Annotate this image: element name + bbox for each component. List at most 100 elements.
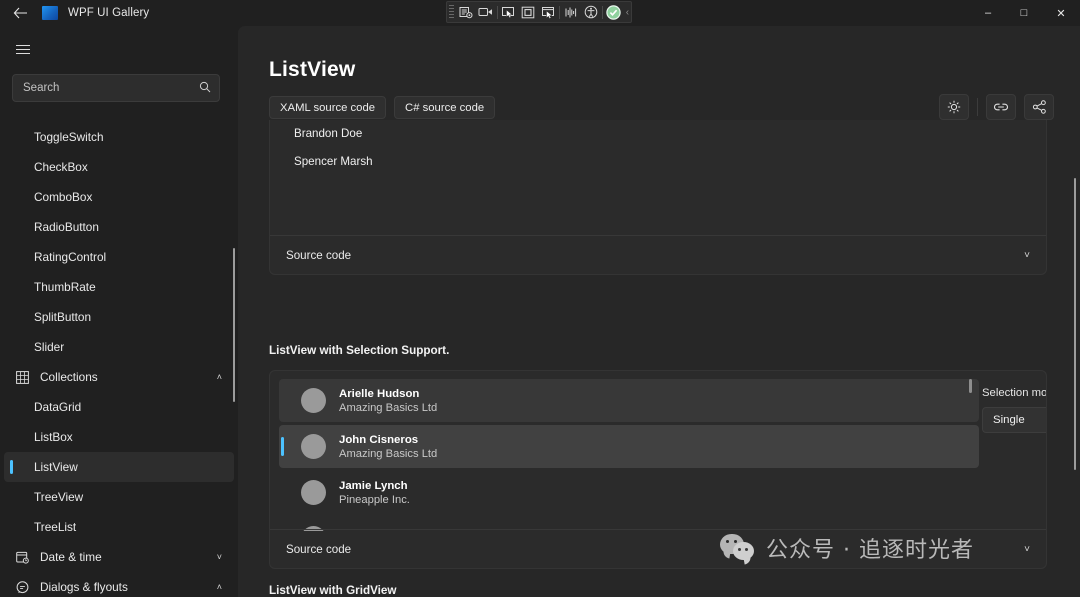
waveform-icon[interactable] — [561, 3, 581, 22]
toolbar-separator — [977, 98, 978, 116]
content-toolbar — [939, 94, 1054, 120]
chevron-up-icon: ˄ — [217, 372, 222, 382]
sidebar-item-treelist[interactable]: TreeList — [4, 512, 234, 542]
sidebar-item-checkbox[interactable]: CheckBox — [4, 152, 234, 182]
window-select-icon[interactable] — [538, 3, 558, 22]
content-scrollbar-thumb[interactable] — [1074, 178, 1077, 470]
sidebar-item-ratingcontrol[interactable]: RatingControl — [4, 242, 234, 272]
back-button[interactable] — [0, 0, 40, 26]
toolbar-separator — [559, 6, 560, 19]
list-item-company: Pineapple Inc. — [339, 493, 410, 507]
source-code-expander[interactable]: Source code ˅ — [270, 529, 1046, 568]
sidebar-item-label: TreeList — [34, 520, 76, 534]
cursor-select-icon[interactable] — [498, 3, 518, 22]
record-camera-icon[interactable] — [476, 3, 496, 22]
sidebar-item-splitbutton[interactable]: SplitButton — [4, 302, 234, 332]
sidebar-item-label: DataGrid — [34, 400, 81, 414]
list-item-name: Arielle Hudson — [339, 387, 437, 401]
list-item-text: John Cisneros Amazing Basics Ltd — [339, 433, 437, 461]
listview-scrollbar-thumb[interactable] — [969, 379, 972, 393]
sidebar-item-dialogs-flyouts[interactable]: Dialogs & flyouts ˄ — [4, 572, 234, 597]
list-item-name: John Cisneros — [339, 433, 437, 447]
sidebar-item-datagrid[interactable]: DataGrid — [4, 392, 234, 422]
source-code-expander[interactable]: Source code ˅ — [270, 235, 1046, 274]
sidebar-item-label: RatingControl — [34, 250, 106, 264]
search-box[interactable] — [12, 74, 220, 102]
selection-mode-panel: Selection mode Single ˅ — [982, 387, 1047, 433]
hamburger-icon[interactable] — [6, 34, 40, 64]
status-ok-icon[interactable] — [604, 3, 624, 22]
chevron-up-icon: ˄ — [217, 582, 222, 592]
close-button[interactable]: ✕ — [1042, 0, 1080, 26]
sidebar-item-listview[interactable]: ListView — [4, 452, 234, 482]
selection-mode-dropdown[interactable]: Single ˅ — [982, 407, 1047, 433]
list-item[interactable]: Spencer Marsh — [278, 147, 1038, 175]
sidebar-nav-items: ToggleButton ToggleSwitch CheckBox Combo… — [0, 114, 238, 597]
sidebar-item-date-time[interactable]: Date & time ˅ — [4, 542, 234, 572]
content-scroll-area[interactable]: John Cisneros Jamie Lynch Brandon Doe Sp… — [238, 120, 1080, 597]
sidebar: ToggleButton ToggleSwitch CheckBox Combo… — [0, 26, 238, 597]
selection-mode-label: Selection mode — [982, 387, 1047, 399]
accessibility-icon[interactable] — [581, 3, 601, 22]
section-heading-selection: ListView with Selection Support. — [269, 344, 449, 357]
sidebar-item-toggleswitch[interactable]: ToggleSwitch — [4, 122, 234, 152]
sidebar-item-combobox[interactable]: ComboBox — [4, 182, 234, 212]
sidebar-item-radiobutton[interactable]: RadioButton — [4, 212, 234, 242]
sidebar-item-label: Date & time — [40, 550, 102, 564]
toolbar-separator — [602, 6, 603, 19]
list-item[interactable]: Brandon Doe — [278, 120, 1038, 147]
list-item[interactable]: John Cisneros Amazing Basics Ltd — [279, 425, 979, 468]
chat-bubble-icon — [12, 581, 32, 594]
csharp-source-code-button[interactable]: C# source code — [394, 96, 495, 119]
xaml-source-code-button[interactable]: XAML source code — [269, 96, 386, 119]
sidebar-scrollbar-thumb[interactable] — [233, 248, 236, 402]
capture-toolbar[interactable]: ‹ — [446, 1, 632, 23]
list-item-company: Amazing Basics Ltd — [339, 401, 437, 415]
section-heading-gridview: ListView with GridView — [269, 584, 397, 597]
sidebar-item-treeview[interactable]: TreeView — [4, 482, 234, 512]
collapse-toolbar-button[interactable]: ‹ — [624, 7, 629, 18]
calendar-icon — [12, 551, 32, 564]
toolbar-separator — [497, 6, 498, 19]
link-icon[interactable] — [986, 94, 1016, 120]
theme-sun-icon[interactable] — [939, 94, 969, 120]
source-code-buttons: XAML source code C# source code — [269, 96, 495, 119]
sidebar-item-label: ListView — [34, 460, 78, 474]
list-item-name: Jamie Lynch — [339, 479, 410, 493]
sidebar-item-togglebutton[interactable]: ToggleButton — [4, 114, 234, 122]
avatar — [301, 388, 326, 413]
sidebar-item-slider[interactable]: Slider — [4, 332, 234, 362]
chevron-down-icon: ˅ — [1024, 544, 1030, 555]
share-icon[interactable] — [1024, 94, 1054, 120]
search-input[interactable] — [23, 82, 199, 94]
source-code-label: Source code — [286, 249, 351, 262]
sidebar-item-label: TreeView — [34, 490, 83, 504]
avatar — [301, 480, 326, 505]
search-icon — [199, 81, 211, 96]
list-item-label: Spencer Marsh — [294, 155, 373, 168]
sidebar-nav[interactable]: ToggleButton ToggleSwitch CheckBox Combo… — [0, 114, 238, 597]
sidebar-item-label: ToggleSwitch — [34, 130, 104, 144]
sidebar-item-label: CheckBox — [34, 160, 88, 174]
main-content: ListView XAML source code C# source code — [238, 26, 1080, 597]
listview-selection[interactable]: Arielle Hudson Amazing Basics Ltd John C… — [279, 379, 979, 531]
sidebar-item-label: ComboBox — [34, 190, 92, 204]
sidebar-item-label: ListBox — [34, 430, 73, 444]
capture-settings-icon[interactable] — [456, 3, 476, 22]
sidebar-item-listbox[interactable]: ListBox — [4, 422, 234, 452]
list-item-company: Amazing Basics Ltd — [339, 447, 437, 461]
sidebar-item-thumbrate[interactable]: ThumbRate — [4, 272, 234, 302]
sidebar-item-label: SplitButton — [34, 310, 91, 324]
back-arrow-icon — [13, 7, 28, 19]
maximize-button[interactable]: □ — [1006, 0, 1042, 26]
list-item[interactable]: Jamie Lynch Pineapple Inc. — [279, 471, 979, 514]
selection-mode-value: Single — [993, 414, 1025, 426]
sidebar-item-collections[interactable]: Collections ˄ — [4, 362, 234, 392]
drag-grip-icon[interactable] — [449, 5, 454, 19]
minimize-button[interactable]: – — [970, 0, 1006, 26]
list-item[interactable]: Arielle Hudson Amazing Basics Ltd — [279, 379, 979, 422]
list-item-label: Brandon Doe — [294, 127, 362, 140]
listview-basic[interactable]: John Cisneros Jamie Lynch Brandon Doe Sp… — [270, 120, 1046, 175]
window-title: WPF UI Gallery — [68, 7, 149, 19]
region-select-icon[interactable] — [518, 3, 538, 22]
